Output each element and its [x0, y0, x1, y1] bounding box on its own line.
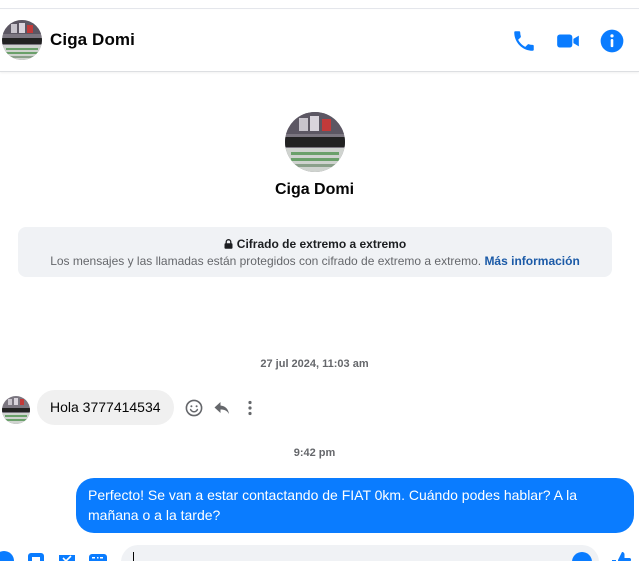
- window-top-edge: [0, 0, 639, 9]
- encryption-title: Cifrado de extremo a extremo: [18, 237, 612, 251]
- sender-avatar[interactable]: [2, 396, 30, 424]
- contact-name[interactable]: Ciga Domi: [50, 30, 135, 50]
- like-thumb-icon[interactable]: [609, 549, 633, 561]
- message-timestamp: 9:42 pm: [293, 447, 336, 459]
- incoming-message-bubble[interactable]: Hola 3777414534: [37, 390, 174, 425]
- profile-name: Ciga Domi: [274, 181, 355, 198]
- info-icon[interactable]: [599, 28, 625, 54]
- video-icon[interactable]: [555, 28, 581, 54]
- encryption-title-text: Cifrado de extremo a extremo: [236, 237, 407, 251]
- react-smiley-icon[interactable]: [184, 398, 204, 418]
- conversation-header: Ciga Domi: [0, 10, 639, 72]
- profile-avatar[interactable]: [285, 112, 345, 172]
- add-icon[interactable]: [0, 551, 14, 561]
- lock-icon: [224, 239, 233, 249]
- outgoing-message-bubble[interactable]: Perfecto! Se van a estar contactando de …: [76, 478, 634, 533]
- more-options-icon[interactable]: [240, 398, 260, 418]
- encryption-notice: Cifrado de extremo a extremo Los mensaje…: [18, 227, 612, 277]
- message-input[interactable]: [121, 545, 599, 561]
- message-timestamp: 27 jul 2024, 11:03 am: [260, 358, 369, 370]
- message-composer: [0, 545, 639, 561]
- image-icon[interactable]: [26, 551, 46, 561]
- sticker-icon[interactable]: [57, 551, 77, 561]
- encryption-description: Los mensajes y las llamadas están proteg…: [18, 254, 612, 268]
- reply-icon[interactable]: [212, 398, 232, 418]
- text-caret: [133, 552, 134, 561]
- more-info-link[interactable]: Más información: [484, 254, 579, 268]
- emoji-icon[interactable]: [571, 551, 593, 561]
- phone-icon[interactable]: [511, 28, 537, 54]
- gif-icon[interactable]: [88, 551, 108, 561]
- encryption-description-text: Los mensajes y las llamadas están proteg…: [50, 254, 482, 268]
- contact-avatar[interactable]: [2, 20, 42, 60]
